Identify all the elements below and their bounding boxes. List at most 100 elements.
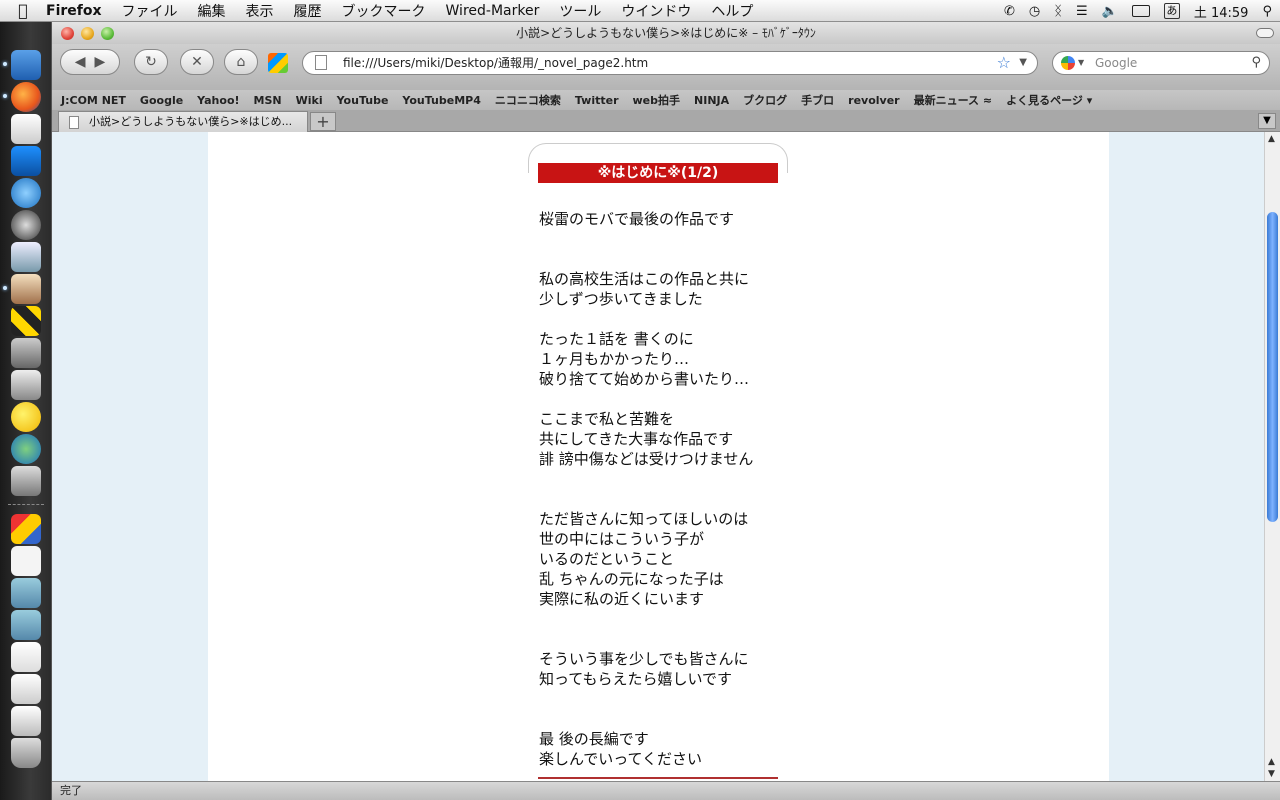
- zoom-window-button[interactable]: [101, 27, 114, 40]
- body-line: １ヶ月もかかったり…: [539, 350, 690, 368]
- volume-icon[interactable]: 🔈: [1102, 4, 1118, 19]
- body-line: 破り捨てて始めから書いたり…: [539, 370, 750, 388]
- novel-page: ※はじめに※(1/2) 桜雷のモバで最後の作品です 私の高校生活はこの作品と共に少…: [208, 132, 1109, 781]
- bookmark-item[interactable]: NINJA: [694, 94, 729, 107]
- app-icon[interactable]: [11, 146, 41, 176]
- url-bar[interactable]: file:///Users/miki/Desktop/通報用/_novel_pa…: [302, 51, 1038, 75]
- forward-arrow-icon[interactable]: ▶: [94, 54, 105, 70]
- clock[interactable]: 土 14:59: [1194, 2, 1249, 21]
- vertical-scrollbar[interactable]: ▲ ▲ ▼: [1264, 132, 1280, 781]
- itunes-icon[interactable]: [11, 178, 41, 208]
- bookmark-item[interactable]: MSN: [254, 94, 282, 107]
- scroll-up-arrow-icon[interactable]: ▲: [1268, 757, 1275, 767]
- tab-list-button[interactable]: ▼: [1258, 113, 1276, 129]
- scrollbar-thumb[interactable]: [1267, 212, 1278, 522]
- bookmark-item[interactable]: Twitter: [575, 94, 619, 107]
- preview-icon[interactable]: [11, 242, 41, 272]
- camera-icon[interactable]: [11, 338, 41, 368]
- app-menu-firefox[interactable]: Firefox: [46, 3, 102, 19]
- bookmark-item[interactable]: web拍手: [633, 92, 681, 108]
- wifi-icon[interactable]: ☰: [1076, 4, 1088, 19]
- folder-icon[interactable]: [11, 578, 41, 608]
- menu-help[interactable]: ヘルプ: [711, 1, 753, 21]
- search-icon[interactable]: ⚲: [1251, 52, 1261, 74]
- office-icon[interactable]: [11, 514, 41, 544]
- google-engine-icon[interactable]: [1061, 56, 1075, 70]
- menu-tools[interactable]: ツール: [559, 1, 601, 21]
- toolbar-toggle-button[interactable]: [1256, 28, 1274, 38]
- url-text[interactable]: file:///Users/miki/Desktop/通報用/_novel_pa…: [343, 56, 648, 70]
- status-text: 完了: [60, 784, 82, 797]
- body-line: [539, 309, 839, 329]
- stop-button[interactable]: ✕: [180, 49, 214, 75]
- bookmark-item[interactable]: Yahoo!: [197, 94, 239, 107]
- reload-button[interactable]: ↻: [134, 49, 168, 75]
- bookmark-item[interactable]: YouTubeMP4: [402, 94, 480, 107]
- input-method-icon[interactable]: あ: [1163, 3, 1180, 19]
- downloads-folder-icon[interactable]: [11, 610, 41, 640]
- scroll-down-arrow-icon[interactable]: ▼: [1268, 769, 1275, 779]
- bookmark-item-frequent[interactable]: よく見るページ ▾: [1006, 92, 1092, 108]
- trash-icon[interactable]: [11, 738, 41, 768]
- minimize-window-button[interactable]: [81, 27, 94, 40]
- system-preferences-icon[interactable]: [11, 466, 41, 496]
- photo-app-icon[interactable]: [11, 274, 41, 304]
- search-input[interactable]: Google: [1095, 56, 1137, 70]
- smiley-icon[interactable]: [11, 402, 41, 432]
- menu-window[interactable]: ウインドウ: [621, 1, 691, 21]
- body-line: 桜雷のモバで最後の作品です: [539, 210, 735, 228]
- document-stack-icon[interactable]: [11, 674, 41, 704]
- grid-app-icon[interactable]: [11, 306, 41, 336]
- document-icon[interactable]: [11, 642, 41, 672]
- printer-icon[interactable]: [11, 370, 41, 400]
- bookmark-item[interactable]: Google: [140, 94, 183, 107]
- finder-icon[interactable]: [11, 50, 41, 80]
- bookmark-item[interactable]: ブクログ: [743, 92, 787, 108]
- apple-menu-icon[interactable]: : [0, 1, 46, 20]
- bookmark-item[interactable]: Wiki: [296, 94, 323, 107]
- home-button[interactable]: ⌂: [224, 49, 258, 75]
- menu-edit[interactable]: 編集: [198, 1, 226, 21]
- bookmark-item-news[interactable]: 最新ニュース ≈: [914, 92, 993, 108]
- grid-addon-icon[interactable]: [268, 53, 288, 73]
- body-line: [539, 609, 839, 629]
- body-line: 最 後の長編です: [539, 730, 649, 748]
- bookmark-item[interactable]: J:COM NET: [61, 94, 126, 107]
- new-tab-button[interactable]: +: [310, 112, 336, 131]
- page-viewport: ※はじめに※(1/2) 桜雷のモバで最後の作品です 私の高校生活はこの作品と共に少…: [52, 132, 1264, 781]
- body-line: そういう事を少しでも皆さんに: [539, 650, 749, 668]
- home-icon: ⌂: [236, 54, 246, 70]
- dashboard-icon[interactable]: [11, 210, 41, 240]
- scroll-up-arrow-icon[interactable]: ▲: [1268, 134, 1275, 144]
- menu-bookmarks[interactable]: ブックマーク: [342, 1, 426, 21]
- bluetooth-icon[interactable]: ᛝ: [1054, 4, 1062, 19]
- battery-icon[interactable]: [1131, 5, 1150, 17]
- menu-file[interactable]: ファイル: [122, 1, 178, 21]
- bookmark-item[interactable]: YouTube: [337, 94, 389, 107]
- phone-icon[interactable]: ✆: [1004, 4, 1015, 19]
- bookmark-item[interactable]: revolver: [848, 94, 899, 107]
- html-file-icon[interactable]: [11, 546, 41, 576]
- tab-current[interactable]: 小説>どうしようもない僕ら>※はじめ...: [58, 111, 308, 132]
- textedit-icon[interactable]: [11, 114, 41, 144]
- spotlight-icon[interactable]: ⚲: [1262, 4, 1272, 19]
- messenger-icon[interactable]: [11, 434, 41, 464]
- calendar-stack-icon[interactable]: [11, 706, 41, 736]
- bookmark-item[interactable]: 手ブロ: [801, 92, 834, 108]
- menu-view[interactable]: 表示: [246, 1, 274, 21]
- url-dropdown-icon[interactable]: ▼: [1019, 52, 1027, 74]
- back-arrow-icon[interactable]: ◀: [75, 54, 86, 70]
- body-line: [539, 689, 839, 709]
- back-forward-button[interactable]: ◀ ▶: [60, 49, 120, 75]
- time-machine-icon[interactable]: ◷: [1029, 4, 1040, 19]
- body-line: [539, 469, 839, 489]
- bookmark-item[interactable]: ニコニコ検索: [495, 92, 561, 108]
- menu-wired-marker[interactable]: Wired-Marker: [446, 3, 540, 19]
- firefox-icon[interactable]: [11, 82, 41, 112]
- close-window-button[interactable]: [61, 27, 74, 40]
- body-line: 実際に私の近くにいます: [539, 590, 705, 608]
- menu-history[interactable]: 履歴: [294, 1, 322, 21]
- engine-dropdown-icon[interactable]: ▼: [1078, 52, 1084, 74]
- search-bar[interactable]: ▼ Google ⚲: [1052, 51, 1270, 75]
- bookmark-star-icon[interactable]: ☆: [997, 52, 1011, 74]
